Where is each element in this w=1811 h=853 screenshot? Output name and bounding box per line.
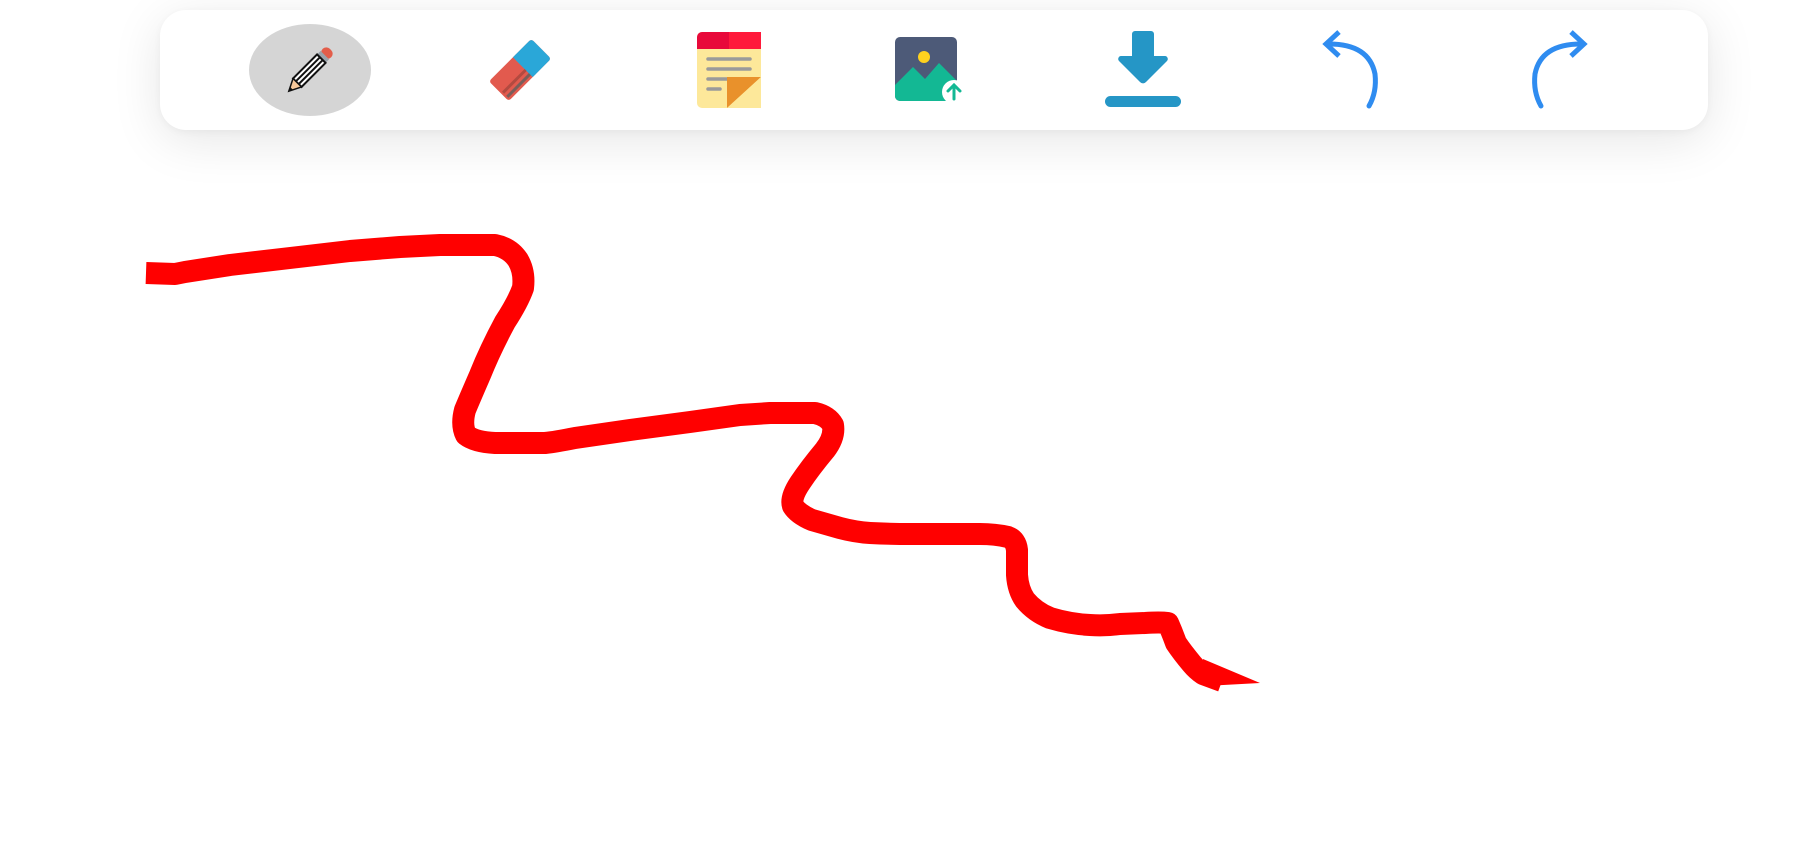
freehand-stroke [145, 234, 1226, 692]
tool-download[interactable]: download [1081, 10, 1205, 130]
tool-undo[interactable]: undo [1290, 10, 1414, 130]
stroke-end [1203, 659, 1260, 686]
tool-eraser[interactable]: eraser [458, 10, 582, 130]
redo-icon [1525, 30, 1591, 110]
download-icon [1103, 29, 1183, 111]
image-upload-icon [891, 35, 967, 105]
undo-icon [1319, 30, 1385, 110]
eraser-icon [480, 30, 560, 110]
sticky-note-icon [696, 31, 762, 109]
tool-sticky-note[interactable]: sticky-note [667, 10, 791, 130]
tool-redo[interactable]: redo [1496, 10, 1620, 130]
pencil-icon [277, 37, 343, 103]
tool-pencil[interactable]: pencil [248, 10, 372, 130]
tool-upload-image[interactable]: upload-image [867, 10, 991, 130]
whiteboard-app: pencil eraser [0, 0, 1811, 853]
toolbar: pencil eraser [160, 10, 1708, 130]
